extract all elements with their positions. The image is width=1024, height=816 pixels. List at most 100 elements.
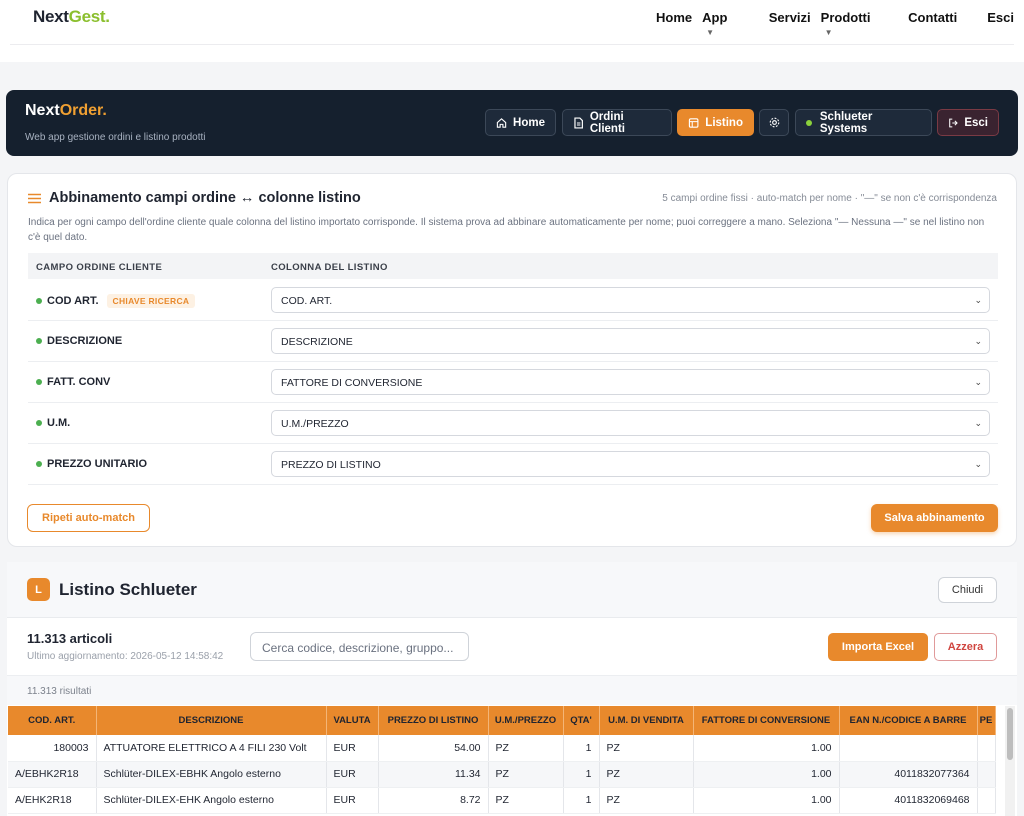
gear-icon [769, 117, 779, 128]
column-header[interactable]: VALUTA [326, 706, 379, 735]
nav-home-button[interactable]: Home [485, 109, 556, 136]
cell-factor: 1.00 [693, 787, 840, 814]
results-count: 11.313 risultati [27, 686, 92, 697]
cell-unit-sale: PZ [599, 787, 694, 814]
column-select-value: DESCRIZIONE [281, 336, 353, 348]
column-header[interactable]: QTA' [563, 706, 600, 735]
cell-currency: EUR [326, 787, 379, 814]
column-select-value: U.M./PREZZO [281, 418, 349, 430]
nav-orders-button[interactable]: Ordini Clienti [562, 109, 672, 136]
status-dot [36, 298, 42, 304]
nav-home-label: Home [513, 116, 545, 129]
article-count: 11.313 articoli [27, 631, 113, 646]
column-header[interactable]: PREZZO DI LISTINO [378, 706, 489, 735]
column-select[interactable]: COD. ART. ⌄ [271, 287, 990, 313]
site-navbar: NextGest. Home App ▼ Servizi Prodotti ▼ Co… [0, 0, 1024, 62]
site-menu-app[interactable]: App ▼ [702, 10, 751, 40]
header-column: COLONNA DEL LISTINO [271, 262, 388, 273]
save-mapping-button[interactable]: Salva abbinamento [871, 504, 998, 532]
cell-extra [977, 787, 996, 814]
cell-ean [839, 735, 978, 762]
site-logo[interactable]: NextGest. [33, 7, 110, 27]
mapping-row: U.M. U.M./PREZZO ⌄ [28, 403, 998, 444]
column-header[interactable]: PE [977, 706, 996, 735]
mapping-description: Indica per ogni campo dell'ordine client… [28, 217, 985, 243]
field-name: PREZZO UNITARIO [47, 458, 148, 470]
cell-unit-sale: PZ [599, 761, 694, 788]
column-select[interactable]: PREZZO DI LISTINO ⌄ [271, 451, 990, 477]
column-select[interactable]: FATTORE DI CONVERSIONE ⌄ [271, 369, 990, 395]
listino-header: L Listino Schlueter Chiudi [7, 562, 1017, 618]
status-dot [36, 420, 42, 426]
column-header[interactable]: FATTORE DI CONVERSIONE [693, 706, 840, 735]
settings-button[interactable] [759, 109, 789, 136]
mapping-title-text: Abbinamento campi ordine ↔ colonne listi… [49, 190, 361, 206]
cell-ean: 4011832069468 [839, 787, 978, 814]
nav-orders-label: Ordini Clienti [589, 110, 625, 135]
column-select-value: COD. ART. [281, 295, 333, 307]
scrollbar-thumb[interactable] [1007, 708, 1013, 760]
field-label: PREZZO UNITARIO [36, 458, 147, 470]
cell-unit-sale: PZ [599, 735, 694, 762]
cell-qty: 1 [563, 787, 600, 814]
cell-description: ATTUATORE ELETTRICO A 4 FILI 230 Volt [96, 735, 327, 762]
status-dot [36, 461, 42, 467]
mapping-row: FATT. CONV FATTORE DI CONVERSIONE ⌄ [28, 362, 998, 403]
column-header[interactable]: EAN N./CODICE A BARRE [839, 706, 978, 735]
mapping-title: Abbinamento campi ordine ↔ colonne listi… [28, 190, 361, 206]
app-logo: NextOrder. [25, 102, 107, 120]
site-menu-prodotti[interactable]: Prodotti ▼ [821, 10, 890, 40]
column-header[interactable]: U.M. DI VENDITA [599, 706, 694, 735]
cell-extra [977, 761, 996, 788]
cell-ean: 4011832077364 [839, 761, 978, 788]
rematch-button[interactable]: Ripeti auto-match [27, 504, 150, 532]
field-name: FATT. CONV [47, 376, 111, 388]
column-header[interactable]: DESCRIZIONE [96, 706, 327, 735]
cell-factor: 1.00 [693, 761, 840, 788]
table-row[interactable]: A/EBHK2R18 Schlüter-DILEX-EBHK Angolo es… [8, 761, 996, 788]
results-bar: 11.313 risultati [7, 675, 1017, 705]
supplier-selector[interactable]: Schlueter Systems [795, 109, 932, 136]
table-scrollbar[interactable] [1005, 706, 1015, 816]
listino-icon: L [27, 578, 50, 601]
site-logo-part-2: Gest. [68, 7, 110, 26]
search-input[interactable]: Cerca codice, descrizione, gruppo... [250, 632, 469, 661]
import-excel-button[interactable]: Importa Excel [828, 633, 928, 661]
chevron-down-icon: ⌄ [974, 336, 982, 346]
close-button[interactable]: Chiudi [938, 577, 997, 603]
last-updated: Ultimo aggiornamento: 2026-05-12 14:58:4… [27, 651, 224, 662]
column-select-value: PREZZO DI LISTINO [281, 459, 381, 471]
mapping-card: Abbinamento campi ordine ↔ colonne listi… [7, 173, 1017, 547]
status-dot [36, 379, 42, 385]
site-logo-part-1: Next [33, 7, 69, 26]
home-icon [496, 117, 507, 128]
column-header[interactable]: COD. ART. [8, 706, 97, 735]
nav-listino-button[interactable]: Listino [677, 109, 754, 136]
status-dot [36, 338, 42, 344]
reset-button[interactable]: Azzera [934, 633, 997, 661]
column-header[interactable]: U.M./PREZZO [488, 706, 564, 735]
cell-code: A/EHK2R18 [8, 787, 97, 814]
cell-unit-price: PZ [488, 735, 564, 762]
mapping-row: PREZZO UNITARIO PREZZO DI LISTINO ⌄ [28, 444, 998, 485]
cell-description: Schlüter-DILEX-EBHK Angolo esterno [96, 761, 327, 788]
supplier-name: Schlueter Systems [819, 110, 873, 135]
column-select[interactable]: U.M./PREZZO ⌄ [271, 410, 990, 436]
cell-currency: EUR [326, 735, 379, 762]
app-logo-part-1: Next [25, 102, 60, 119]
status-dot [806, 119, 812, 126]
table-row[interactable]: 180003 ATTUATORE ELETTRICO A 4 FILI 230 … [8, 735, 996, 762]
cell-price: 54.00 [378, 735, 489, 762]
site-menu-home[interactable]: Home [656, 10, 692, 40]
site-menu-servizi[interactable]: Servizi [769, 10, 811, 40]
exit-button[interactable]: Esci [937, 109, 999, 136]
site-menu-app-label: App [702, 10, 728, 25]
divider [10, 44, 1014, 45]
header-field: CAMPO ORDINE CLIENTE [36, 262, 163, 273]
chevron-down-icon: ▼ [706, 28, 715, 37]
mapping-row: COD ART. CHIAVE RICERCA COD. ART. ⌄ [28, 280, 998, 321]
site-menu-contatti[interactable]: Contatti [908, 10, 957, 40]
table-row[interactable]: A/EHK2R18 Schlüter-DILEX-EHK Angolo este… [8, 787, 996, 814]
site-menu-esci[interactable]: Esci [987, 10, 1014, 40]
column-select[interactable]: DESCRIZIONE ⌄ [271, 328, 990, 354]
